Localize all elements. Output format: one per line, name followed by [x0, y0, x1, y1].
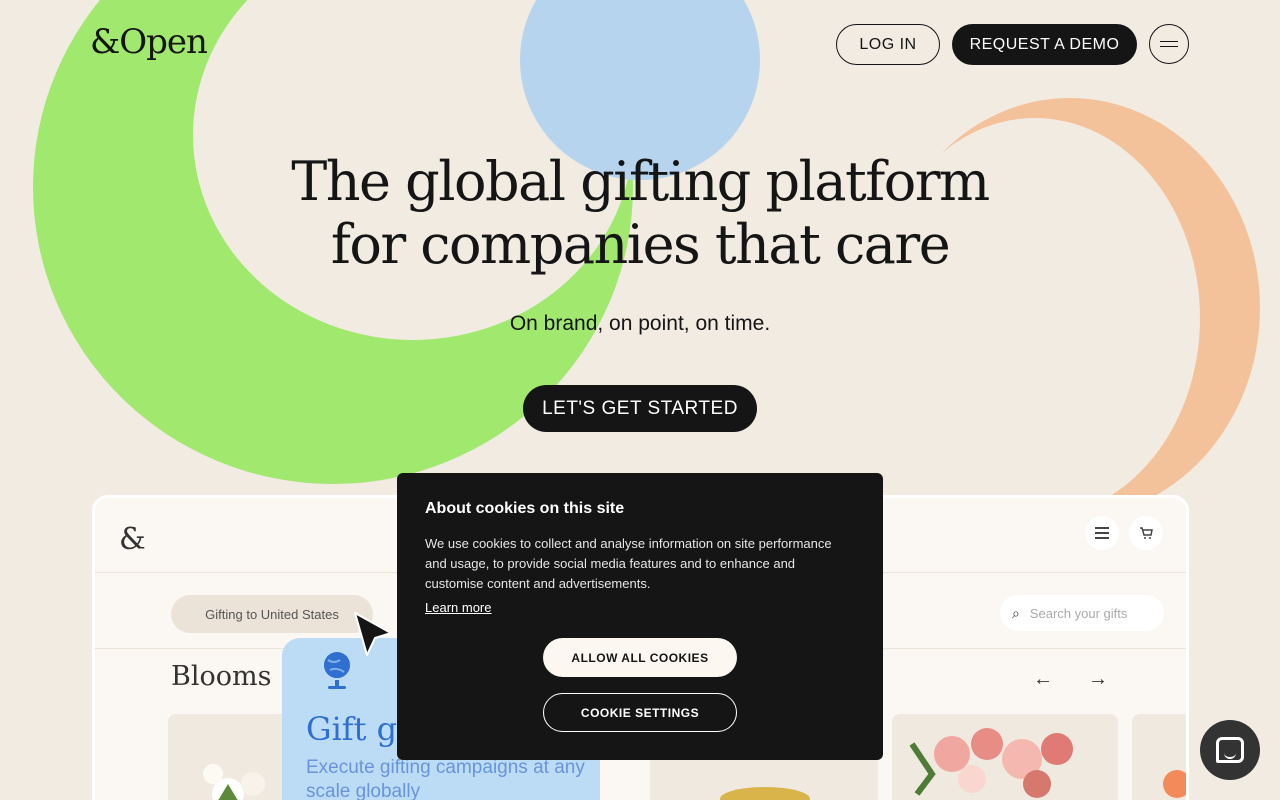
globe-icon — [324, 652, 350, 689]
get-started-button[interactable]: LET'S GET STARTED — [523, 385, 757, 432]
login-button[interactable]: LOG IN — [836, 24, 940, 65]
request-demo-button[interactable]: REQUEST A DEMO — [952, 24, 1137, 65]
arrow-right-icon: → — [1088, 668, 1108, 690]
allow-all-cookies-button[interactable]: ALLOW ALL COOKIES — [543, 638, 737, 677]
preview-search-placeholder: Search your gifts — [1029, 605, 1128, 621]
hero-subtitle: On brand, on point, on time. — [509, 312, 771, 335]
location-chip: Gifting to United States — [171, 595, 373, 633]
site-logo[interactable]: &Open — [90, 22, 208, 62]
hero-title-line-1: The global gifting platform — [291, 150, 990, 213]
learn-more-link[interactable]: Learn more — [425, 600, 491, 615]
preview-search: ⌕ Search your gifts — [1000, 595, 1164, 631]
cookie-settings-button[interactable]: COOKIE SETTINGS — [543, 693, 737, 732]
product-card — [1132, 714, 1186, 800]
cookie-banner: About cookies on this site We use cookie… — [397, 473, 883, 760]
chat-icon — [1216, 737, 1244, 763]
cookie-banner-title: About cookies on this site — [425, 500, 625, 517]
blooms-heading: Blooms — [171, 661, 272, 692]
search-icon: ⌕ — [1012, 604, 1020, 621]
bouquet-image — [909, 728, 1073, 798]
feature-body: Execute gifting campaigns at any scale g… — [306, 757, 585, 800]
menu-button[interactable] — [1149, 24, 1189, 64]
hero-title: The global gifting platform for companie… — [240, 150, 1040, 276]
cookie-banner-body: We use cookies to collect and analyse in… — [425, 536, 832, 591]
cursor-pointer-icon — [354, 612, 392, 656]
menu-icon — [1085, 516, 1119, 550]
flower-image — [1163, 770, 1186, 798]
preview-logo: & — [119, 522, 146, 557]
chat-launcher-button[interactable] — [1200, 720, 1260, 780]
cart-icon — [1129, 516, 1163, 550]
product-card — [892, 714, 1118, 800]
hero-title-line-2: for companies that care — [330, 213, 951, 276]
arrow-left-icon: ← — [1033, 668, 1053, 690]
hamburger-icon — [1160, 41, 1178, 47]
